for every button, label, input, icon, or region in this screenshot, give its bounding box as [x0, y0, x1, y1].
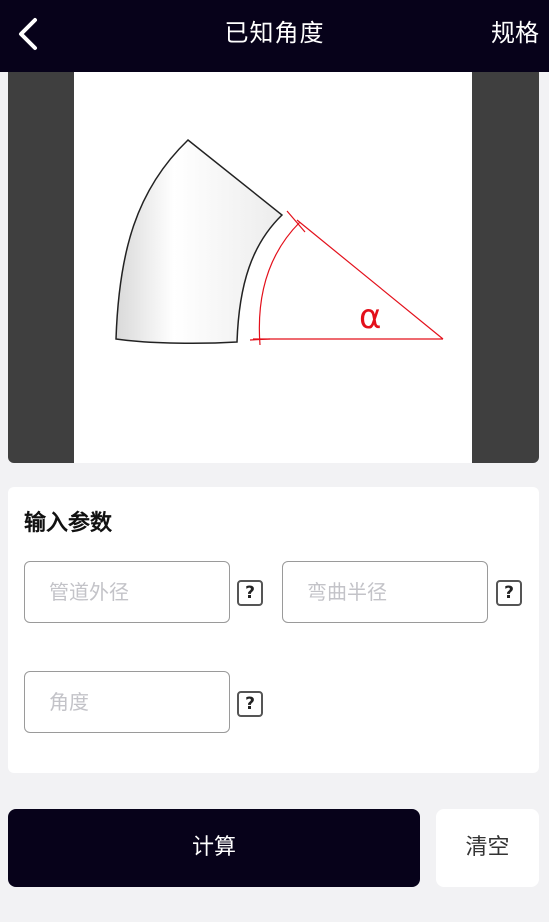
bend-radius-field[interactable] — [282, 561, 488, 623]
page-title: 已知角度 — [224, 19, 325, 47]
bend-radius-help-icon[interactable]: ? — [496, 580, 522, 606]
input-params-card: 输入参数 ? ? ? — [8, 487, 539, 773]
calculate-button[interactable]: 计算 — [8, 809, 420, 887]
angle-input[interactable] — [25, 672, 229, 732]
section-title: 输入参数 — [24, 511, 113, 536]
clear-button[interactable]: 清空 — [436, 809, 539, 887]
angle-alpha-label: α — [359, 297, 381, 337]
elbow-diagram: α — [74, 72, 472, 463]
angle-help-icon[interactable]: ? — [237, 691, 263, 717]
angle-field[interactable] — [24, 671, 230, 733]
elbow-diagram-panel: α — [8, 72, 539, 463]
top-app-bar: 已知角度 规格 — [0, 0, 549, 72]
pipe-outer-diameter-input[interactable] — [25, 562, 229, 622]
pipe-outer-diameter-field[interactable] — [24, 561, 230, 623]
pipe-outer-diameter-help-icon[interactable]: ? — [237, 580, 263, 606]
spec-button[interactable]: 规格 — [491, 0, 539, 66]
bend-radius-input[interactable] — [283, 562, 487, 622]
